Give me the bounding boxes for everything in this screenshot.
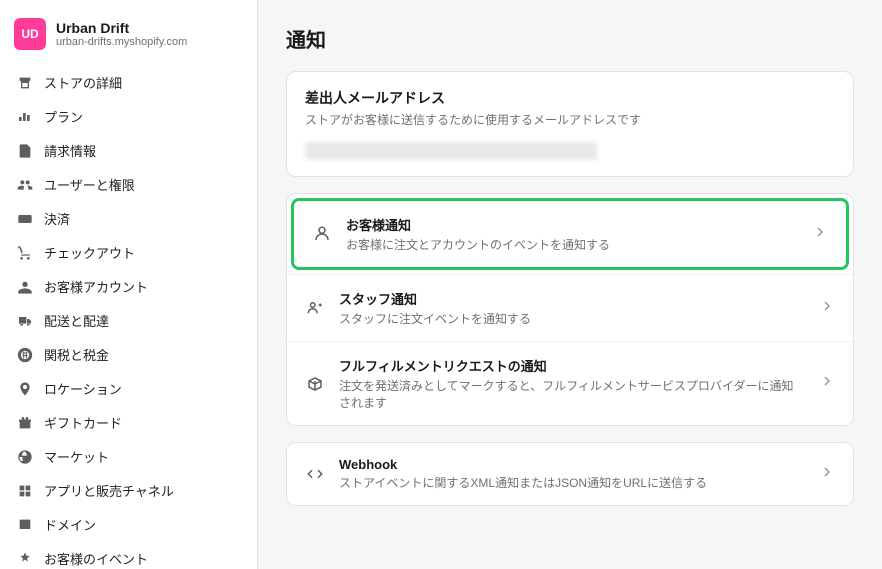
webhook-row[interactable]: Webhook ストアイベントに関するXML通知またはJSON通知をURLに送信…: [287, 443, 853, 505]
sender-email-subtitle: ストアがお客様に送信するために使用するメールアドレスです: [305, 111, 835, 128]
store-icon: [16, 74, 34, 92]
sidebar-item-label: ロケーション: [44, 379, 122, 398]
sidebar-item-label: プラン: [44, 107, 83, 126]
chevron-right-icon: [819, 298, 835, 319]
domains-icon: [16, 516, 34, 534]
markets-icon: [16, 448, 34, 466]
sidebar-item-events[interactable]: お客様のイベント: [8, 542, 249, 569]
sidebar-item-domains[interactable]: ドメイン: [8, 508, 249, 541]
row-desc: 注文を発送済みとしてマークすると、フルフィルメントサービスプロバイダーに通知され…: [339, 377, 805, 411]
sidebar-item-cart[interactable]: チェックアウト: [8, 236, 249, 269]
sidebar-item-label: アプリと販売チャネル: [44, 481, 174, 500]
taxes-icon: [16, 346, 34, 364]
sidebar-item-label: ギフトカード: [44, 413, 122, 432]
sidebar-item-label: お客様のイベント: [44, 549, 148, 568]
sidebar-item-label: ドメイン: [44, 515, 96, 534]
shipping-icon: [16, 312, 34, 330]
locations-icon: [16, 380, 34, 398]
users-icon: [16, 176, 34, 194]
store-name: Urban Drift: [56, 20, 243, 36]
sidebar-item-label: お客様アカウント: [44, 277, 148, 296]
sidebar-item-label: ユーザーと権限: [44, 175, 135, 194]
sidebar-item-store[interactable]: ストアの詳細: [8, 66, 249, 99]
notification-types-card: お客様通知お客様に注文とアカウントのイベントを通知するスタッフ通知スタッフに注文…: [286, 193, 854, 426]
gift-icon: [16, 414, 34, 432]
row-title: お客様通知: [346, 215, 798, 234]
billing-icon: [16, 142, 34, 160]
store-logo: UD: [14, 18, 46, 50]
sidebar-item-label: マーケット: [44, 447, 109, 466]
sidebar-item-taxes[interactable]: 関税と税金: [8, 338, 249, 371]
main-content: 通知 差出人メールアドレス ストアがお客様に送信するために使用するメールアドレス…: [258, 0, 882, 569]
sidebar-item-label: 配送と配達: [44, 311, 109, 330]
row-title: スタッフ通知: [339, 289, 805, 308]
events-icon: [16, 550, 34, 568]
customer-icon: [312, 224, 332, 244]
sidebar-item-users[interactable]: ユーザーと権限: [8, 168, 249, 201]
sidebar-item-label: 関税と税金: [44, 345, 109, 364]
sidebar-item-payments[interactable]: 決済: [8, 202, 249, 235]
sidebar-item-gift[interactable]: ギフトカード: [8, 406, 249, 439]
box-icon: [305, 374, 325, 394]
row-desc: スタッフに注文イベントを通知する: [339, 310, 805, 327]
store-header[interactable]: UD Urban Drift urban-drifts.myshopify.co…: [8, 12, 249, 56]
row-desc: お客様に注文とアカウントのイベントを通知する: [346, 236, 798, 253]
sender-email-value[interactable]: [305, 142, 597, 160]
sidebar-item-shipping[interactable]: 配送と配達: [8, 304, 249, 337]
notification-row-customer[interactable]: お客様通知お客様に注文とアカウントのイベントを通知する: [291, 198, 849, 270]
row-title: フルフィルメントリクエストの通知: [339, 356, 805, 375]
webhook-desc: ストアイベントに関するXML通知またはJSON通知をURLに送信する: [339, 474, 805, 491]
chevron-right-icon: [819, 373, 835, 394]
chevron-right-icon: [812, 224, 828, 245]
sender-email-card: 差出人メールアドレス ストアがお客様に送信するために使用するメールアドレスです: [286, 71, 854, 177]
sidebar-item-label: 決済: [44, 209, 70, 228]
settings-nav: ストアの詳細プラン請求情報ユーザーと権限決済チェックアウトお客様アカウント配送と…: [8, 66, 249, 569]
sidebar-item-label: ストアの詳細: [44, 73, 122, 92]
account-icon: [16, 278, 34, 296]
sidebar-item-label: チェックアウト: [44, 243, 135, 262]
page-title: 通知: [286, 24, 854, 53]
sidebar-item-markets[interactable]: マーケット: [8, 440, 249, 473]
sidebar-item-label: 請求情報: [44, 141, 96, 160]
code-icon: [305, 464, 325, 484]
chevron-right-icon: [819, 464, 835, 485]
staff-icon: [305, 298, 325, 318]
sidebar-item-plan[interactable]: プラン: [8, 100, 249, 133]
sidebar-item-account[interactable]: お客様アカウント: [8, 270, 249, 303]
sidebar-item-apps[interactable]: アプリと販売チャネル: [8, 474, 249, 507]
webhook-title: Webhook: [339, 457, 805, 472]
settings-sidebar: UD Urban Drift urban-drifts.myshopify.co…: [0, 0, 258, 569]
apps-icon: [16, 482, 34, 500]
plan-icon: [16, 108, 34, 126]
notification-row-box[interactable]: フルフィルメントリクエストの通知注文を発送済みとしてマークすると、フルフィルメン…: [287, 341, 853, 425]
notification-row-staff[interactable]: スタッフ通知スタッフに注文イベントを通知する: [287, 274, 853, 341]
sidebar-item-locations[interactable]: ロケーション: [8, 372, 249, 405]
sidebar-item-billing[interactable]: 請求情報: [8, 134, 249, 167]
store-domain: urban-drifts.myshopify.com: [56, 36, 243, 48]
payments-icon: [16, 210, 34, 228]
webhook-card: Webhook ストアイベントに関するXML通知またはJSON通知をURLに送信…: [286, 442, 854, 506]
cart-icon: [16, 244, 34, 262]
sender-email-title: 差出人メールアドレス: [305, 88, 835, 108]
